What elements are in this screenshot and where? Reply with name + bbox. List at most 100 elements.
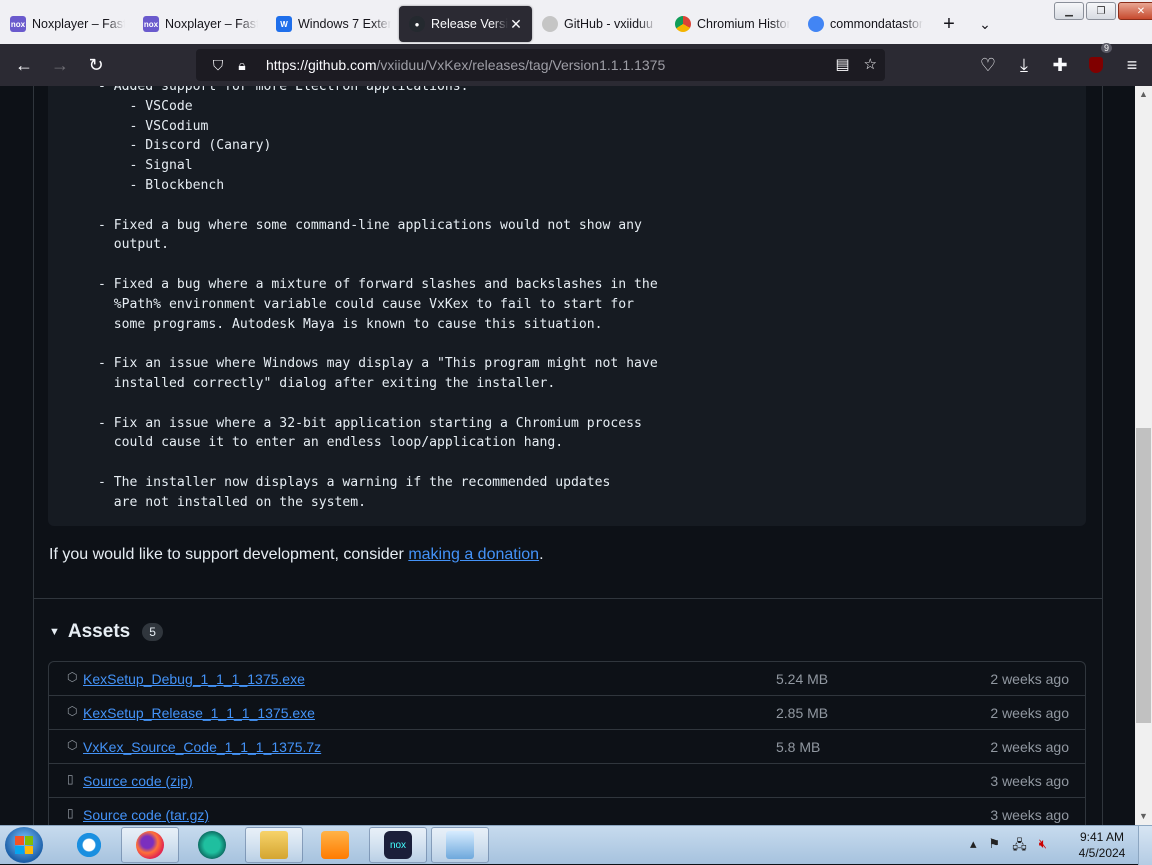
asset-date: 2 weeks ago — [990, 671, 1069, 687]
pocket-icon[interactable]: ♡ — [970, 49, 1006, 81]
asset-date: 2 weeks ago — [990, 739, 1069, 755]
explorer-taskbar-button[interactable] — [245, 827, 303, 863]
noxplayer-taskbar-button[interactable]: nox — [369, 827, 427, 863]
asset-date: 3 weeks ago — [990, 807, 1069, 823]
asset-date: 2 weeks ago — [990, 705, 1069, 721]
assets-title: Assets — [67, 621, 131, 642]
assets-count-badge: 5 — [142, 623, 163, 641]
asset-row: ▯ Source code (zip) 3 weeks ago — [49, 764, 1085, 798]
package-icon: ⬡ — [67, 738, 78, 752]
asset-link[interactable]: KexSetup_Debug_1_1_1_1375.exe — [83, 671, 305, 687]
clock-time: 9:41 AM — [1079, 830, 1125, 844]
tab-github-vxiiduu[interactable]: GitHub - vxiiduu — [532, 6, 665, 42]
forward-button[interactable]: → — [42, 49, 78, 81]
action-center-flag-icon[interactable]: ⚑ — [989, 836, 1001, 858]
back-button[interactable]: ← — [6, 49, 42, 81]
url-domain: https://github.com — [266, 57, 377, 73]
tab-chromium-history[interactable]: Chromium History — [665, 6, 798, 42]
nox-icon: nox — [384, 831, 412, 859]
windows-icon: W — [276, 16, 292, 32]
tab-title: commondatastorage — [830, 17, 923, 31]
scroll-down-arrow-icon[interactable]: ▼ — [1135, 808, 1152, 825]
internet-explorer-taskbar-button[interactable] — [60, 827, 118, 863]
code-line: - Signal — [98, 158, 193, 174]
scrollbar-thumb[interactable] — [1136, 428, 1151, 723]
scroll-up-arrow-icon[interactable]: ▲ — [1135, 86, 1152, 103]
network-icon[interactable]: 🖧︎ — [1012, 836, 1027, 858]
media-player-taskbar-button[interactable] — [306, 827, 364, 863]
code-line: - Fixed a bug where some command-line ap… — [98, 217, 642, 233]
asset-size: 2.85 MB — [776, 705, 829, 721]
firefox-icon — [136, 831, 164, 859]
chrome-icon — [675, 16, 691, 32]
app-taskbar-button[interactable] — [183, 827, 241, 863]
restore-button[interactable]: ❐ — [1086, 2, 1116, 20]
asset-link[interactable]: KexSetup_Release_1_1_1_1375.exe — [83, 705, 315, 721]
support-text: If you would like to support development… — [49, 546, 409, 563]
control-panel-taskbar-button[interactable] — [431, 827, 489, 863]
nox-icon: nox — [143, 16, 159, 32]
asset-link[interactable]: VxKex_Source_Code_1_1_1_1375.7z — [83, 739, 321, 755]
code-line: - VSCode — [98, 98, 193, 114]
github-icon: ● — [409, 16, 425, 32]
asset-date: 3 weeks ago — [990, 773, 1069, 789]
asset-size: 5.8 MB — [776, 739, 821, 755]
windows-logo-icon — [15, 836, 33, 854]
vertical-scrollbar[interactable]: ▲ ▼ — [1135, 86, 1152, 825]
new-tab-button[interactable]: + — [931, 6, 967, 42]
support-end: . — [539, 546, 544, 563]
tab-title: Chromium History — [697, 17, 790, 31]
url-text[interactable]: https://github.com/vxiiduu/VxKex/release… — [266, 57, 665, 73]
extensions-icon[interactable]: ✚ — [1042, 49, 1078, 81]
start-button[interactable] — [5, 827, 43, 863]
caret-down-icon[interactable]: ▼ — [49, 626, 60, 638]
firefox-taskbar-button[interactable] — [121, 827, 179, 863]
code-line: - Fix an issue where a 32-bit applicatio… — [98, 415, 642, 431]
tracking-protection-shield-icon[interactable]: ⛉ — [206, 57, 230, 74]
url-bar[interactable]: ⛉ 🔒︎ https://github.com/vxiiduu/VxKex/re… — [196, 49, 885, 81]
assets-header[interactable]: ▼ Assets 5 — [49, 621, 163, 643]
ublock-origin-icon[interactable]: 9 — [1078, 43, 1114, 81]
extension-badge: 9 — [1100, 43, 1112, 53]
tab-windows-7[interactable]: W Windows 7 Extended — [266, 6, 399, 42]
code-line: output. — [98, 237, 169, 253]
asset-row: ⬡ VxKex_Source_Code_1_1_1_1375.7z 5.8 MB… — [49, 730, 1085, 764]
tab-commondatastorage[interactable]: commondatastorage — [798, 6, 931, 42]
minimize-button[interactable]: ▁ — [1054, 2, 1084, 20]
package-icon: ⬡ — [67, 704, 78, 718]
close-window-button[interactable]: ✕ — [1118, 2, 1152, 20]
menu-hamburger-icon[interactable]: ≡ — [1114, 49, 1150, 81]
bookmark-star-icon[interactable]: ☆ — [864, 55, 877, 73]
volume-muted-icon[interactable]: 🔇︎ — [1039, 836, 1047, 858]
folder-icon — [260, 831, 288, 859]
asset-row: ⬡ KexSetup_Release_1_1_1_1375.exe 2.85 M… — [49, 696, 1085, 730]
code-line: are not installed on the system. — [98, 494, 367, 510]
taskbar-clock[interactable]: 9:41 AM 4/5/2024 — [1074, 829, 1130, 861]
close-tab-icon[interactable]: ✕ — [508, 16, 524, 32]
code-line: %Path% environment variable could cause … — [98, 296, 635, 312]
tab-title: Windows 7 Extended — [298, 17, 391, 31]
show-desktop-button[interactable] — [1138, 826, 1152, 865]
support-paragraph: If you would like to support development… — [49, 546, 544, 564]
storage-icon — [808, 16, 824, 32]
asset-row: ▯ Source code (tar.gz) 3 weeks ago — [49, 798, 1085, 825]
list-all-tabs-button[interactable]: ⌄ — [967, 6, 1003, 42]
lock-icon[interactable]: 🔒︎ — [230, 57, 254, 74]
code-line: installed correctly" dialog after exitin… — [98, 376, 556, 391]
code-line: - Fix an issue where Windows may display… — [98, 356, 658, 372]
reader-view-icon[interactable]: ▤ — [835, 55, 849, 73]
asset-size: 5.24 MB — [776, 671, 829, 687]
code-line: - The installer now displays a warning i… — [98, 475, 611, 490]
donation-link[interactable]: making a donation — [408, 546, 539, 563]
downloads-icon[interactable]: ⤓ — [1006, 49, 1042, 81]
tab-release-version[interactable]: ● Release Version ✕ — [399, 6, 532, 42]
show-hidden-icons-icon[interactable]: ▴ — [970, 836, 977, 858]
tab-noxplayer-2[interactable]: nox Noxplayer – Fastest — [133, 6, 266, 42]
file-zip-icon: ▯ — [67, 806, 74, 820]
control-panel-icon — [446, 831, 474, 859]
code-line: - VSCodium — [98, 118, 209, 134]
asset-link[interactable]: Source code (tar.gz) — [83, 807, 209, 823]
reload-button[interactable]: ↻ — [78, 49, 114, 81]
tab-noxplayer-1[interactable]: nox Noxplayer – Fastest — [0, 6, 133, 42]
asset-link[interactable]: Source code (zip) — [83, 773, 193, 789]
